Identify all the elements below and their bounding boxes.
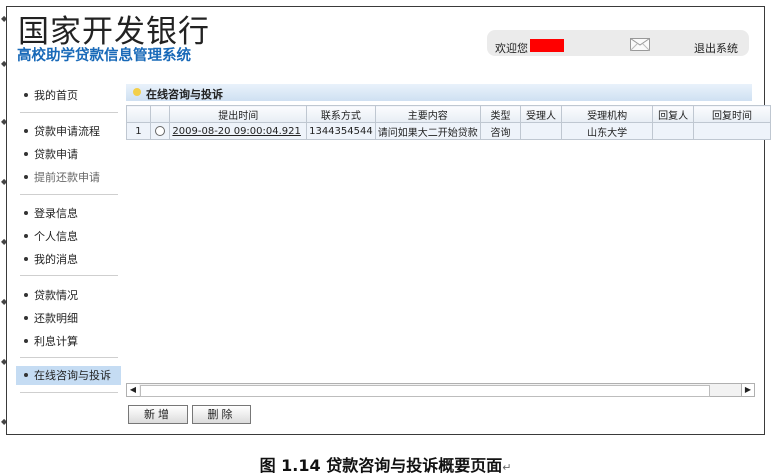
bullet-icon — [24, 211, 28, 215]
delete-button[interactable]: 删除 — [192, 405, 251, 424]
caption-text: 图 1.14 贷款咨询与投诉概要页面 — [259, 456, 503, 475]
figure-caption: 图 1.14 贷款咨询与投诉概要页面↵ — [0, 452, 771, 476]
sidebar-item-consult-complaint[interactable]: 在线咨询与投诉 — [16, 366, 121, 385]
sidebar-item-loan-apply[interactable]: 贷款申请 — [24, 146, 78, 162]
handler-cell — [520, 122, 562, 140]
table-row[interactable]: 1 2009-08-20 09:00:04.921 1344354544 请问如… — [126, 122, 771, 140]
bullet-icon — [133, 88, 141, 96]
content-cell: 请问如果大二开始贷款 — [374, 122, 481, 140]
bullet-icon — [24, 175, 28, 179]
column-header[interactable]: 受理人 — [520, 105, 562, 123]
horizontal-scrollbar[interactable]: ◀ ▶ — [126, 383, 755, 397]
logout-link[interactable]: 退出系统 — [694, 40, 738, 56]
bullet-icon — [24, 129, 28, 133]
table-header-row: 提出时间 联系方式 主要内容 类型 受理人 受理机构 回复人 回复时间 — [126, 105, 771, 123]
welcome-label: 欢迎您 — [495, 42, 528, 55]
bullet-icon — [24, 152, 28, 156]
sidebar-item-personal-info[interactable]: 个人信息 — [24, 228, 78, 244]
scroll-left-icon[interactable]: ◀ — [127, 384, 139, 396]
contact-cell: 1344354544 — [306, 122, 376, 140]
type-cell: 咨询 — [479, 122, 522, 140]
sidebar-item-label: 贷款情况 — [34, 289, 78, 302]
sidebar-divider — [20, 357, 118, 358]
panel-title-bar: 在线咨询与投诉 — [126, 84, 752, 101]
sidebar-item-messages[interactable]: 我的消息 — [24, 251, 78, 267]
sidebar-item-early-repay[interactable]: 提前还款申请 — [24, 169, 100, 185]
sidebar-divider — [20, 194, 118, 195]
column-header[interactable]: 回复人 — [652, 105, 694, 123]
sidebar-item-login-info[interactable]: 登录信息 — [24, 205, 78, 221]
scroll-thumb[interactable] — [140, 385, 710, 397]
sidebar-item-label: 还款明细 — [34, 312, 78, 325]
sidebar-item-loan-status[interactable]: 贷款情况 — [24, 287, 78, 303]
row-select-radio[interactable] — [149, 122, 171, 140]
column-header — [126, 105, 151, 123]
reply-time-cell — [692, 122, 771, 140]
replier-cell — [652, 122, 694, 140]
mail-icon[interactable] — [630, 38, 650, 51]
column-header[interactable]: 主要内容 — [374, 105, 481, 123]
bullet-icon — [24, 339, 28, 343]
bullet-icon — [24, 93, 28, 97]
sidebar-divider — [20, 275, 118, 276]
redacted-username — [530, 39, 564, 52]
column-header — [149, 105, 171, 123]
consult-table: 提出时间 联系方式 主要内容 类型 受理人 受理机构 回复人 回复时间 1 20… — [126, 105, 771, 140]
sidebar-item-loan-process[interactable]: 贷款申请流程 — [24, 123, 100, 139]
bullet-icon — [24, 293, 28, 297]
bullet-icon — [24, 257, 28, 261]
sidebar-item-label: 登录信息 — [34, 207, 78, 220]
sidebar-item-home[interactable]: 我的首页 — [24, 87, 78, 103]
sidebar-item-label: 利息计算 — [34, 335, 78, 348]
sidebar-item-repay-detail[interactable]: 还款明细 — [24, 310, 78, 326]
radio-icon[interactable] — [155, 125, 166, 136]
column-header[interactable]: 联系方式 — [306, 105, 376, 123]
sidebar-item-label: 我的消息 — [34, 253, 78, 266]
sidebar-item-label: 个人信息 — [34, 230, 78, 243]
bullet-icon — [24, 373, 28, 377]
sidebar-divider — [20, 392, 118, 393]
bullet-icon — [24, 316, 28, 320]
sidebar-item-label: 提前还款申请 — [34, 171, 100, 184]
institution-cell: 山东大学 — [560, 122, 654, 140]
submit-time-link[interactable]: 2009-08-20 09:00:04.921 — [169, 122, 308, 140]
column-header[interactable]: 提出时间 — [169, 105, 308, 123]
row-number: 1 — [126, 122, 151, 140]
column-header[interactable]: 受理机构 — [560, 105, 654, 123]
add-button[interactable]: 新增 — [128, 405, 188, 424]
bank-name: 国家开发银行 — [18, 14, 210, 50]
sidebar-item-label: 在线咨询与投诉 — [34, 369, 111, 382]
system-name: 高校助学贷款信息管理系统 — [17, 48, 191, 64]
sidebar-item-label: 我的首页 — [34, 89, 78, 102]
scroll-right-icon[interactable]: ▶ — [741, 384, 754, 396]
bullet-icon — [24, 234, 28, 238]
paragraph-mark-icon: ↵ — [502, 461, 512, 474]
sidebar-item-label: 贷款申请流程 — [34, 125, 100, 138]
sidebar-divider — [20, 112, 118, 113]
panel-title: 在线咨询与投诉 — [146, 88, 223, 101]
column-header[interactable]: 回复时间 — [692, 105, 771, 123]
column-header[interactable]: 类型 — [479, 105, 522, 123]
sidebar-item-interest-calc[interactable]: 利息计算 — [24, 333, 78, 349]
sidebar-item-label: 贷款申请 — [34, 148, 78, 161]
